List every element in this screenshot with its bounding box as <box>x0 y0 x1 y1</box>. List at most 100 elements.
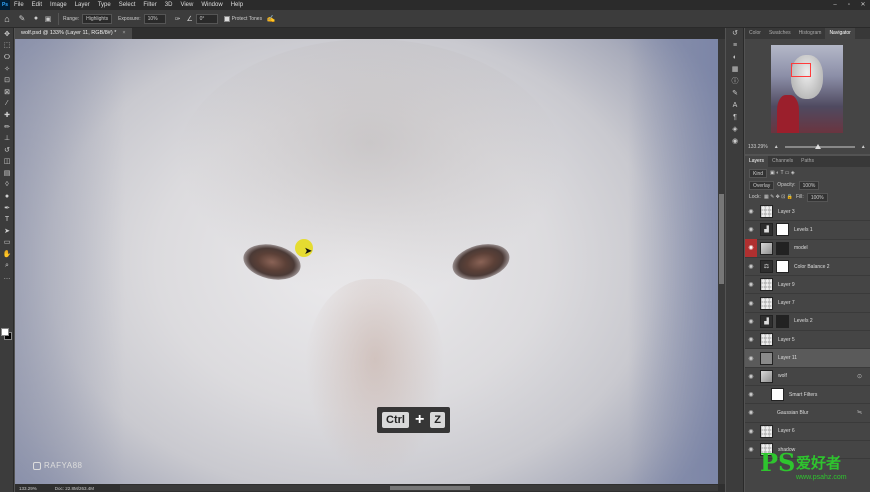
layer-row[interactable]: ◉ wolf ⊙ <box>745 368 870 386</box>
filter-icons[interactable]: ▣ ◐ T ▭ ◈ <box>770 170 795 176</box>
layer-row-selected[interactable]: ◉ Layer 11 <box>745 349 870 368</box>
navigator-view-box[interactable] <box>791 63 811 77</box>
layer-row[interactable]: ◉ Layer 3 <box>745 203 870 222</box>
menu-window[interactable]: Window <box>197 0 226 10</box>
visibility-eye-icon[interactable]: ◉ <box>745 409 757 416</box>
menu-layer[interactable]: Layer <box>71 0 94 10</box>
channels-panel-icon[interactable]: ◉ <box>726 136 744 148</box>
menu-3d[interactable]: 3D <box>161 0 177 10</box>
horizontal-scroll-thumb[interactable] <box>390 486 470 490</box>
navigator-thumbnail[interactable] <box>771 45 843 133</box>
hand-tool-icon[interactable]: ✋ <box>0 248 14 260</box>
range-select[interactable]: Highlights <box>82 13 113 24</box>
shape-tool-icon[interactable]: ▭ <box>0 237 14 249</box>
fill-field[interactable]: 100% <box>806 192 828 202</box>
close-button[interactable]: ✕ <box>856 0 870 10</box>
navigator-zoom-value[interactable]: 133.29% <box>748 144 768 150</box>
frame-tool-icon[interactable]: ⊠ <box>0 86 14 98</box>
dodge-tool-icon[interactable]: ✎ <box>14 14 30 23</box>
gradient-tool-icon[interactable]: ▤ <box>0 167 14 179</box>
menu-filter[interactable]: Filter <box>139 0 160 10</box>
visibility-eye-icon[interactable]: ◉ <box>745 281 757 288</box>
vertical-scroll-thumb[interactable] <box>719 194 724 284</box>
history-brush-icon[interactable]: ↺ <box>0 144 14 156</box>
move-tool-icon[interactable]: ✥ <box>0 28 14 40</box>
visibility-eye-icon[interactable]: ◉ <box>745 300 757 307</box>
tab-color[interactable]: Color <box>745 28 765 39</box>
brush-tool-icon[interactable]: ✏ <box>0 121 14 133</box>
lasso-tool-icon[interactable]: ⵔ <box>0 51 14 63</box>
tab-navigator[interactable]: Navigator <box>825 28 855 39</box>
eyedropper-tool-icon[interactable]: ⁄ <box>0 98 14 110</box>
pressure-icon[interactable]: ✍ <box>265 15 277 23</box>
layer-row[interactable]: ◉ ⚖ Color Balance 2 <box>745 258 870 277</box>
more-tools-icon[interactable]: … <box>0 271 14 283</box>
crop-tool-icon[interactable]: ⊡ <box>0 74 14 86</box>
filter-options-icon[interactable]: ≒ <box>857 409 862 416</box>
menu-edit[interactable]: Edit <box>28 0 46 10</box>
layer-row[interactable]: ◉ Layer 6 <box>745 423 870 441</box>
visibility-eye-icon[interactable]: ◉ <box>745 263 757 270</box>
layer-row[interactable]: ◉ Layer 7 <box>745 294 870 313</box>
brush-panel-icon[interactable]: ✎ <box>726 88 744 100</box>
exposure-field[interactable]: 10% <box>143 13 166 24</box>
tab-layers[interactable]: Layers <box>745 156 769 167</box>
zoom-slider-knob[interactable] <box>814 144 821 149</box>
visibility-eye-icon[interactable]: ◉ <box>745 208 757 215</box>
smart-filters-row[interactable]: ◉ Smart Filters <box>745 386 870 405</box>
properties-panel-icon[interactable]: ≡ <box>726 40 744 52</box>
opacity-field[interactable]: 100% <box>798 180 820 190</box>
blend-mode-select[interactable]: Overlay <box>749 180 775 190</box>
zoom-out-icon[interactable]: ▲ <box>774 144 779 150</box>
airbrush-icon[interactable]: ✑ <box>172 15 184 23</box>
visibility-eye-icon[interactable]: ◉ <box>745 446 757 453</box>
tab-histogram[interactable]: Histogram <box>795 28 826 39</box>
visibility-eye-icon[interactable]: ◉ <box>745 428 757 435</box>
image-canvas[interactable]: ➤ RAFYA88 <box>15 39 718 484</box>
home-icon[interactable]: ⌂ <box>0 14 14 24</box>
maximize-button[interactable]: ▫ <box>842 0 856 10</box>
character-panel-icon[interactable]: A <box>726 100 744 112</box>
tab-paths[interactable]: Paths <box>797 156 818 167</box>
dodge-tool-icon[interactable]: ● <box>0 190 14 202</box>
layer-row[interactable]: ◉ Layer 9 <box>745 276 870 295</box>
libraries-panel-icon[interactable]: ▦ <box>726 64 744 76</box>
horizontal-scrollbar[interactable] <box>120 485 718 491</box>
filter-row[interactable]: ◉ Gaussian Blur ≒ <box>745 404 870 423</box>
smart-filter-icon[interactable]: ⊙ <box>857 373 862 380</box>
quick-select-tool-icon[interactable]: ✧ <box>0 63 14 75</box>
vertical-scrollbar[interactable] <box>718 39 725 484</box>
visibility-eye-icon[interactable]: ◉ <box>745 373 757 380</box>
filter-kind-select[interactable]: Kind <box>749 168 768 178</box>
zoom-slider[interactable] <box>784 144 855 149</box>
info-panel-icon[interactable]: ⓘ <box>726 76 744 88</box>
styles-panel-icon[interactable]: ◈ <box>726 124 744 136</box>
layer-row[interactable]: ◉ model <box>745 239 870 258</box>
paragraph-panel-icon[interactable]: ¶ <box>726 112 744 124</box>
stamp-tool-icon[interactable]: ⊥ <box>0 132 14 144</box>
lock-icons[interactable]: ▦ ✎ ✥ ⊡ 🔒 <box>764 194 793 200</box>
close-tab-icon[interactable]: × <box>122 28 125 39</box>
angle-field[interactable]: 0° <box>195 13 218 24</box>
visibility-eye-icon[interactable]: ◉ <box>745 355 757 362</box>
minimize-button[interactable]: – <box>828 0 842 10</box>
layer-row[interactable]: ◉ ▟ Levels 2 <box>745 313 870 332</box>
menu-image[interactable]: Image <box>46 0 71 10</box>
brush-settings-icon[interactable]: ▣ <box>42 15 54 23</box>
visibility-eye-icon[interactable]: ◉ <box>745 239 757 258</box>
brush-preset-icon[interactable]: ● <box>30 15 42 22</box>
marquee-tool-icon[interactable]: ⬚ <box>0 40 14 52</box>
visibility-eye-icon[interactable]: ◉ <box>745 336 757 343</box>
layer-row[interactable]: ◉ Layer 5 <box>745 331 870 350</box>
protect-tones-checkbox[interactable] <box>223 15 230 22</box>
zoom-tool-icon[interactable]: ⌕ <box>0 260 14 272</box>
type-tool-icon[interactable]: T <box>0 214 14 226</box>
foreground-color-swatch[interactable] <box>1 328 9 336</box>
pen-tool-icon[interactable]: ✒ <box>0 202 14 214</box>
zoom-in-icon[interactable]: ▲ <box>861 144 866 150</box>
path-select-tool-icon[interactable]: ➤ <box>0 225 14 237</box>
menu-help[interactable]: Help <box>227 0 247 10</box>
eraser-tool-icon[interactable]: ◫ <box>0 156 14 168</box>
menu-type[interactable]: Type <box>94 0 115 10</box>
history-panel-icon[interactable]: ↺ <box>726 28 744 40</box>
